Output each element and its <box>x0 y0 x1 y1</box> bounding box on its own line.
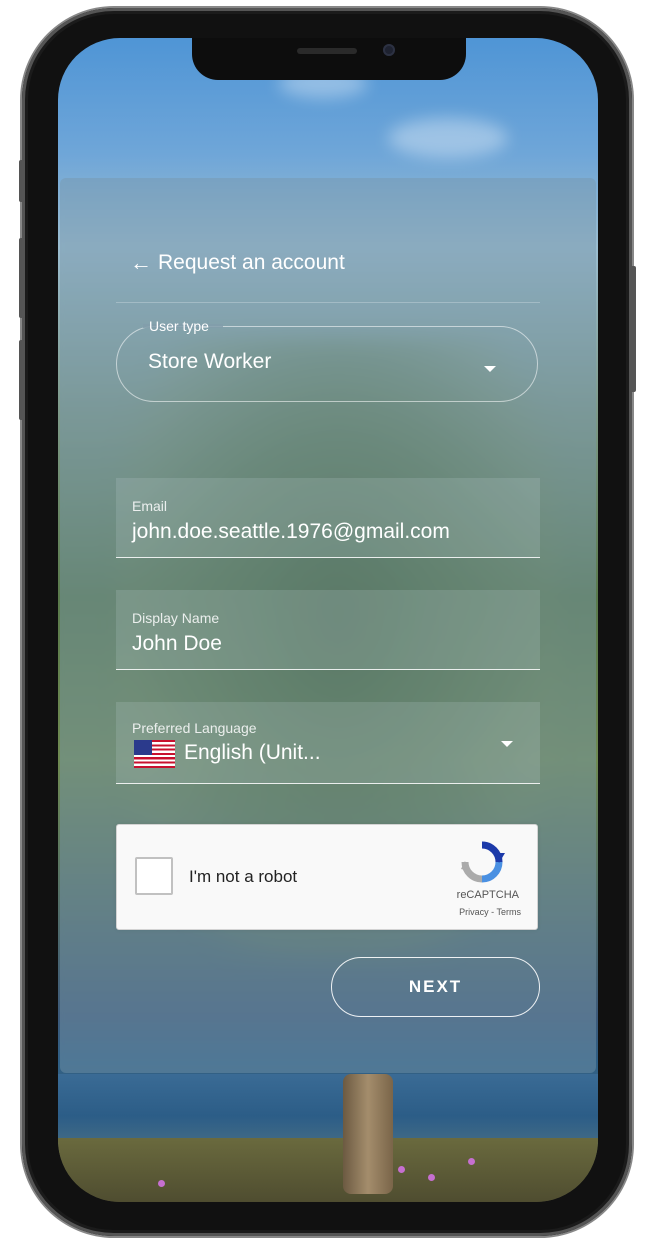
silent-switch <box>19 160 25 202</box>
power-button <box>630 266 636 392</box>
display-name-field[interactable]: Display Name John Doe <box>116 590 540 670</box>
chevron-down-icon[interactable] <box>501 741 513 747</box>
us-flag-icon <box>134 740 175 768</box>
arrow-left-icon[interactable]: ← <box>130 250 158 276</box>
speaker <box>297 48 357 54</box>
volume-down-button <box>19 340 25 420</box>
background-shore <box>58 1138 598 1202</box>
background-flower <box>428 1174 435 1181</box>
preferred-language-select[interactable]: Preferred Language English (Unit... <box>116 702 540 784</box>
preferred-language-label: Preferred Language <box>132 720 257 736</box>
background-flower <box>468 1158 475 1165</box>
recaptcha-widget: I'm not a robot reCAPTCHA Privacy - Term… <box>116 824 538 930</box>
display-name-label: Display Name <box>132 610 220 626</box>
background-cloud <box>388 118 508 158</box>
user-type-label: User type <box>146 318 212 334</box>
front-camera <box>383 44 395 56</box>
display-name-value[interactable]: John Doe <box>132 632 222 656</box>
background-flower <box>158 1180 165 1187</box>
background-trunk <box>343 1074 393 1194</box>
header[interactable]: ← Request an account <box>130 246 345 280</box>
volume-up-button <box>19 238 25 318</box>
email-field[interactable]: Email john.doe.seattle.1976@gmail.com <box>116 478 540 558</box>
email-label: Email <box>132 498 168 514</box>
recaptcha-links[interactable]: Privacy - Terms <box>459 907 521 917</box>
page-title: Request an account <box>158 251 345 274</box>
preferred-language-value[interactable]: English (Unit... <box>184 741 321 765</box>
chevron-down-icon[interactable] <box>484 366 496 372</box>
recaptcha-checkbox[interactable] <box>135 857 173 895</box>
notch <box>192 38 466 80</box>
recaptcha-brand: reCAPTCHA <box>456 889 519 901</box>
background-flower <box>398 1166 405 1173</box>
next-button[interactable]: NEXT <box>331 957 540 1017</box>
background-water <box>58 1074 598 1144</box>
recaptcha-label: I'm not a robot <box>189 867 298 886</box>
recaptcha-logo-icon <box>461 841 505 883</box>
header-divider <box>116 302 540 303</box>
email-value[interactable]: john.doe.seattle.1976@gmail.com <box>132 520 450 544</box>
user-type-value[interactable]: Store Worker <box>148 350 271 374</box>
